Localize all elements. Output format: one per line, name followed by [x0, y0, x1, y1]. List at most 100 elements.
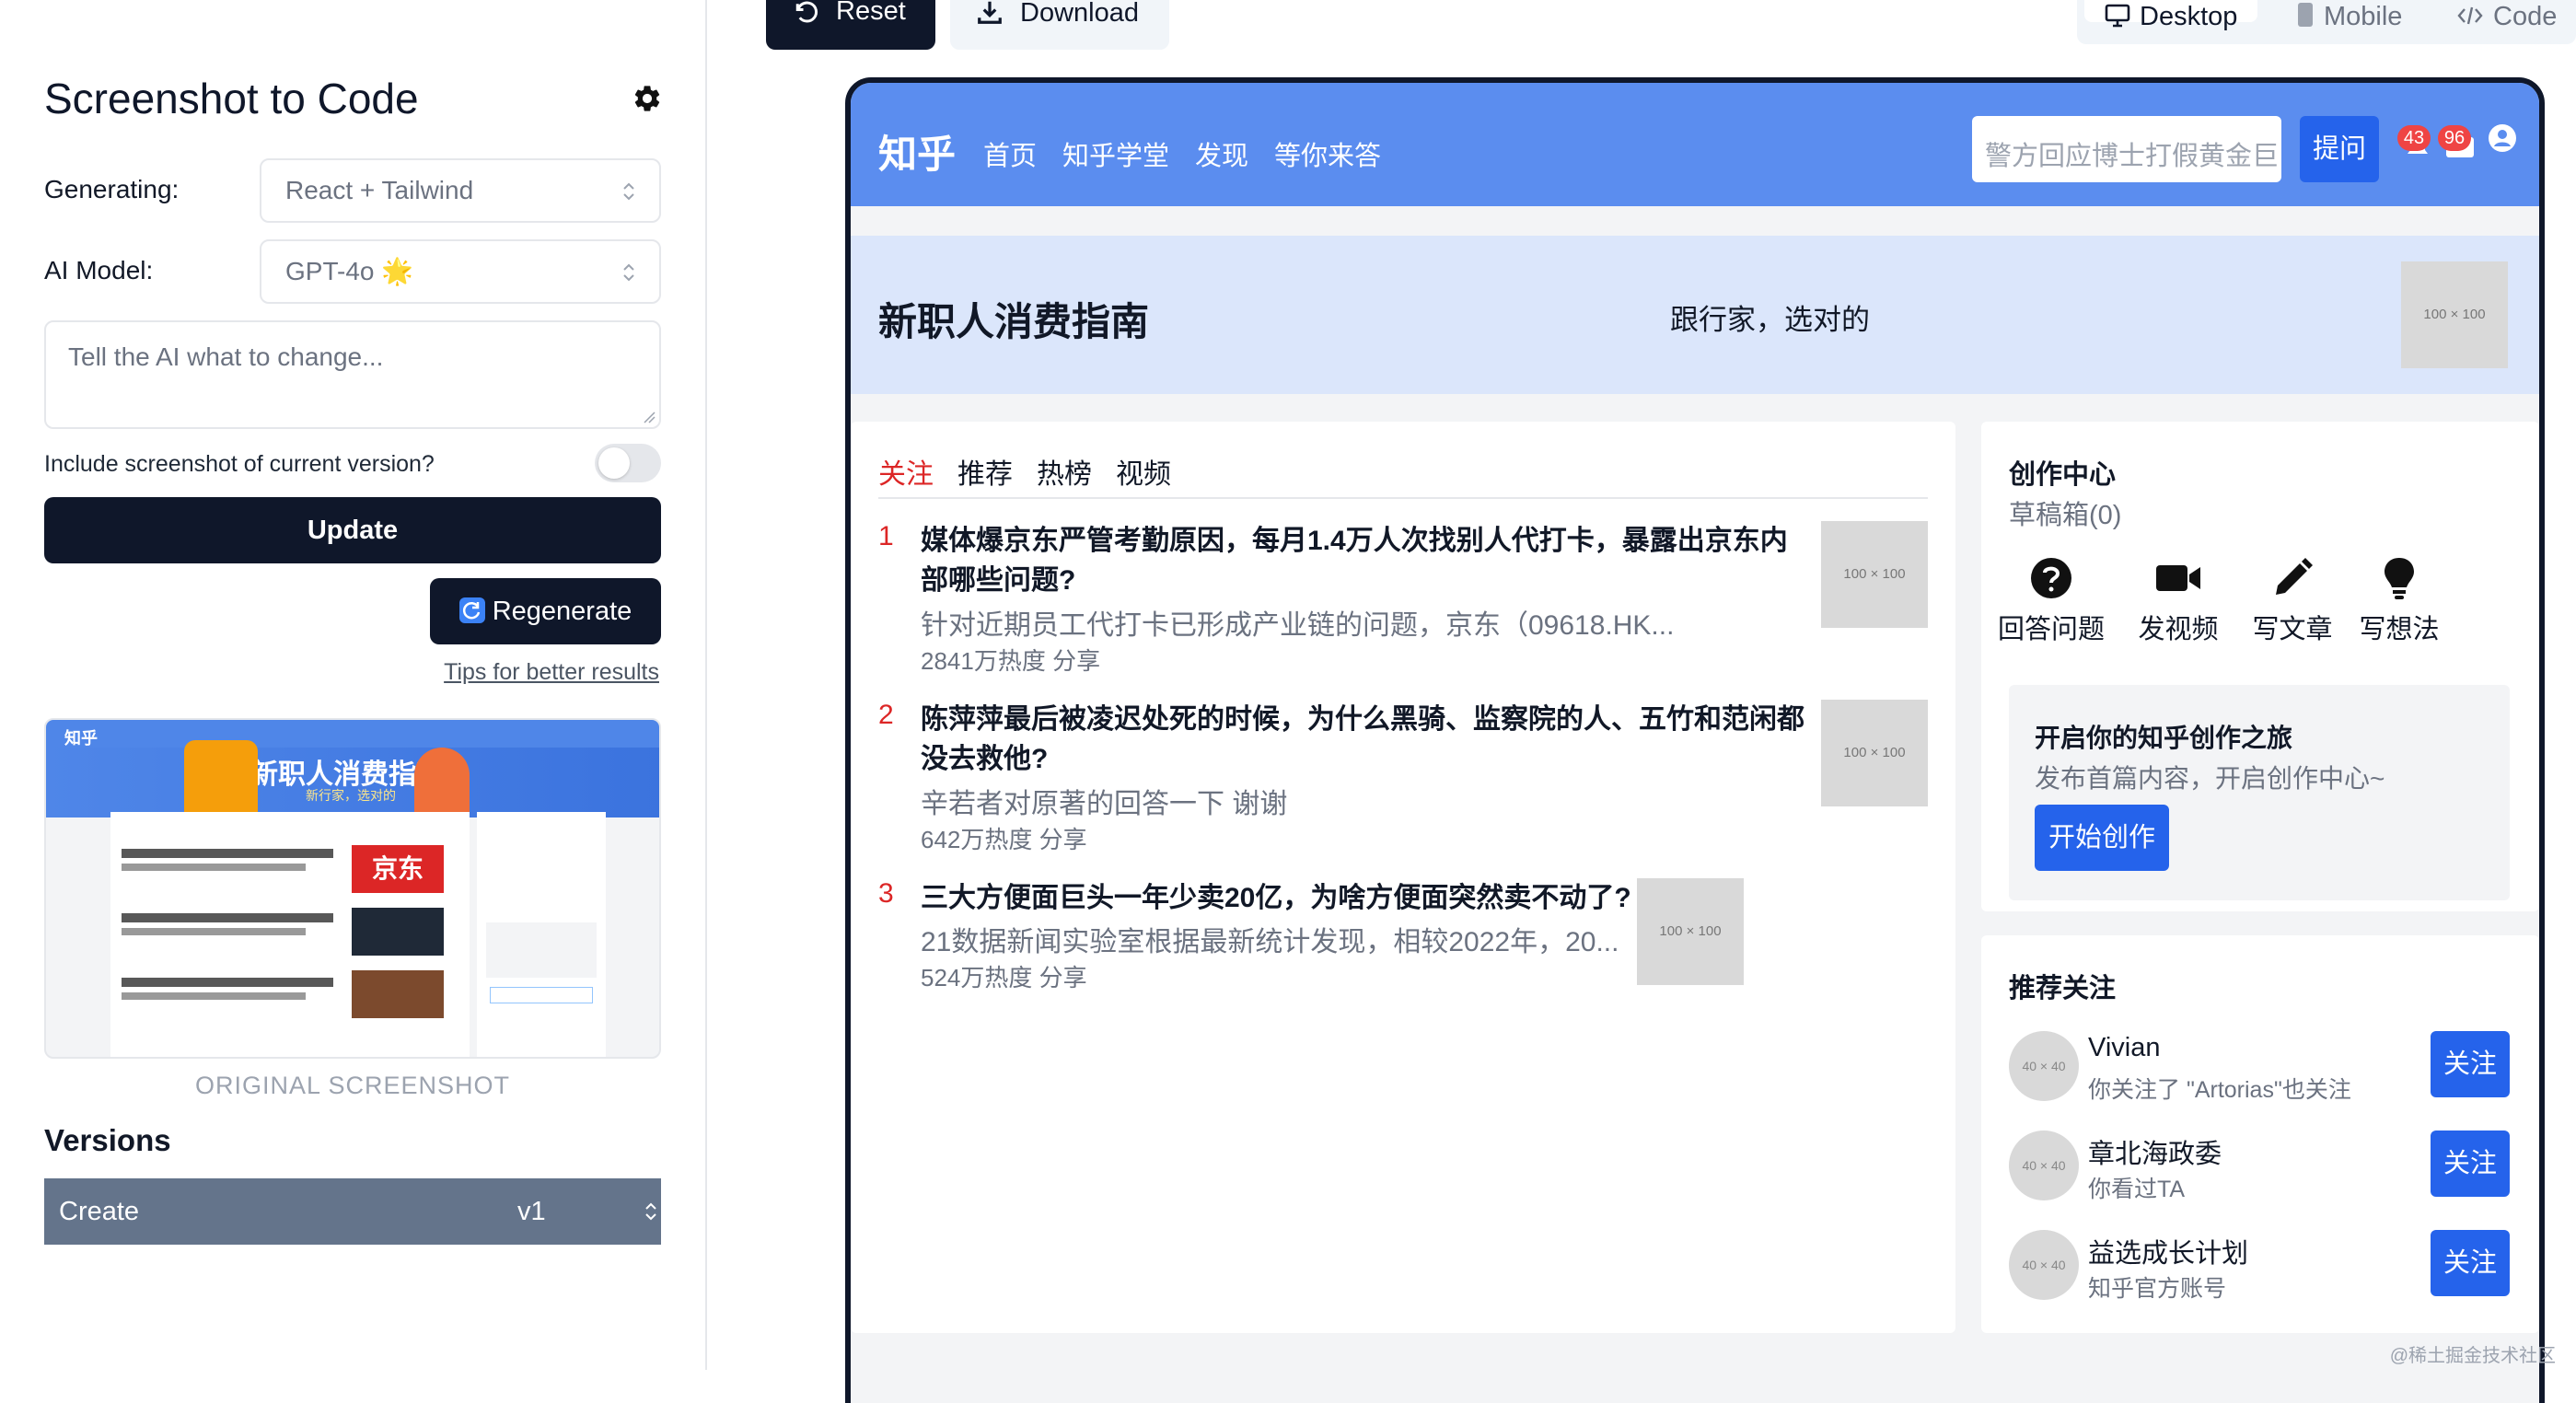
tab-follow[interactable]: 关注	[878, 451, 934, 492]
drafts-link[interactable]: 草稿箱(0)	[2009, 493, 2121, 532]
tab-code[interactable]: Code	[2456, 0, 2557, 32]
search-placeholder: 警方回应博士打假黄金巨	[1985, 142, 2280, 171]
action-answer[interactable]: 回答问题	[1996, 556, 2106, 646]
thumb-logo: 知乎	[64, 729, 98, 748]
nav-discover[interactable]: 发现	[1195, 134, 1248, 173]
reset-label: Reset	[836, 0, 906, 26]
recommend-follow-card: 推荐关注 40 × 40 Vivian 你关注了 "Artorias"也关注 关…	[1981, 935, 2539, 1333]
follow-button[interactable]: 关注	[2431, 1131, 2510, 1197]
zhihu-logo[interactable]: 知乎	[878, 123, 956, 180]
hot-thumbnail: 100 × 100	[1821, 521, 1928, 628]
hot-excerpt: 辛若者对原著的回答一下 谢谢	[921, 789, 1288, 819]
download-button[interactable]: Download	[950, 0, 1169, 50]
code-icon	[2457, 6, 2483, 25]
follow-name[interactable]: 益选成长计划	[2088, 1232, 2248, 1270]
model-select[interactable]: GPT-4o 🌟	[260, 239, 661, 304]
tab-recommend[interactable]: 推荐	[957, 451, 1013, 492]
hot-title[interactable]: 媒体爆京东严管考勤原因，每月1.4万人次找别人代打卡，暴露出京东内部哪些问题?	[921, 521, 1804, 600]
generating-select[interactable]: React + Tailwind	[260, 158, 661, 223]
ask-button[interactable]: 提问	[2300, 116, 2379, 182]
sidebar: Screenshot to Code Generating: React + T…	[0, 0, 707, 1370]
avatar[interactable]: 40 × 40	[2009, 1131, 2079, 1200]
hot-meta: 2841万热度 分享	[921, 647, 1101, 675]
action-label: 回答问题	[1997, 615, 2105, 644]
download-icon	[978, 1, 1002, 24]
notification-badge: 43	[2397, 125, 2431, 151]
resize-grip-icon[interactable]	[643, 411, 656, 423]
nav-home[interactable]: 首页	[983, 134, 1037, 173]
video-icon	[2156, 565, 2200, 591]
action-idea[interactable]: 写想法	[2344, 556, 2454, 646]
include-screenshot-toggle[interactable]	[595, 444, 661, 482]
regenerate-button[interactable]: Regenerate	[430, 578, 661, 644]
search-input[interactable]: 警方回应博士打假黄金巨	[1972, 116, 2281, 182]
version-name: Create	[59, 1197, 140, 1226]
banner-image-placeholder: 100 × 100	[2401, 261, 2508, 368]
hot-title[interactable]: 陈萍萍最后被凌迟处死的时候，为什么黑骑、监察院的人、五竹和范闲都没去救他?	[921, 700, 1804, 779]
hot-excerpt: 针对近期员工代打卡已形成产业链的问题，京东（09618.HK...	[921, 610, 1675, 641]
updown-chevron-icon	[623, 182, 634, 201]
avatar[interactable]: 40 × 40	[2009, 1230, 2079, 1300]
tab-mobile-label: Mobile	[2324, 2, 2403, 31]
change-placeholder: Tell the AI what to change...	[68, 342, 384, 371]
action-video[interactable]: 发视频	[2123, 556, 2234, 646]
banner-title: 新职人消费指南	[878, 300, 1150, 343]
model-value: GPT-4o 🌟	[285, 257, 414, 285]
follow-desc: 知乎官方账号	[2088, 1276, 2227, 1302]
tab-video[interactable]: 视频	[1116, 451, 1171, 492]
nav-school[interactable]: 知乎学堂	[1062, 134, 1169, 173]
gear-icon[interactable]	[632, 83, 663, 114]
hot-thumbnail: 100 × 100	[1821, 700, 1928, 806]
creator-title: 创作中心	[2009, 460, 2117, 490]
toggle-knob	[598, 447, 630, 479]
follow-desc: 你看过TA	[2088, 1177, 2186, 1202]
updown-chevron-icon	[645, 1202, 656, 1221]
hot-excerpt: 21数据新闻实验室根据最新统计发现，相较2022年，20...	[921, 927, 1619, 957]
avatar[interactable]: 40 × 40	[2009, 1031, 2079, 1101]
user-avatar-icon[interactable]	[2488, 123, 2517, 153]
pencil-icon	[2276, 558, 2313, 595]
reset-button[interactable]: Reset	[766, 0, 935, 50]
hot-rank: 1	[878, 521, 894, 551]
hot-list-item[interactable]: 1 媒体爆京东严管考勤原因，每月1.4万人次找别人代打卡，暴露出京东内部哪些问题…	[878, 521, 1928, 687]
hot-list-item[interactable]: 3 三大方便面巨头一年少卖20亿，为啥方便面突然卖不动了? 21数据新闻实验室根…	[878, 878, 1928, 1007]
follow-name[interactable]: Vivian	[2088, 1033, 2160, 1063]
thumb-illustration	[184, 740, 258, 812]
tab-desktop-label: Desktop	[2140, 2, 2238, 31]
thumb-illustration	[414, 748, 470, 812]
download-label: Download	[1020, 0, 1139, 28]
promo-subtitle: 发布首篇内容，开启创作中心~	[2035, 764, 2385, 793]
hot-thumbnail: 100 × 100	[1637, 878, 1744, 985]
refresh-icon	[458, 597, 485, 623]
hot-title[interactable]: 三大方便面巨头一年少卖20亿，为啥方便面突然卖不动了?	[921, 878, 1639, 918]
promo-banner[interactable]: 新职人消费指南 跟行家，选对的 100 × 100	[851, 236, 2539, 394]
follow-name[interactable]: 章北海政委	[2088, 1132, 2222, 1171]
follow-button[interactable]: 关注	[2431, 1230, 2510, 1296]
desktop-icon	[2105, 4, 2130, 28]
undo-icon	[795, 1, 818, 23]
feed-tabs: 关注 推荐 热榜 视频	[878, 451, 1928, 499]
tab-hot[interactable]: 热榜	[1037, 451, 1092, 492]
tab-mobile[interactable]: Mobile	[2296, 0, 2402, 32]
version-number: v1	[517, 1197, 546, 1226]
change-instructions-input[interactable]: Tell the AI what to change...	[44, 320, 661, 429]
tab-desktop[interactable]: Desktop	[2084, 0, 2258, 31]
recommend-title: 推荐关注	[2009, 974, 2117, 1003]
action-article[interactable]: 写文章	[2237, 556, 2348, 646]
follow-button[interactable]: 关注	[2431, 1031, 2510, 1097]
include-screenshot-label: Include screenshot of current version?	[44, 451, 435, 477]
banner-slogan: 跟行家，选对的	[1670, 304, 1870, 336]
action-label: 发视频	[2138, 615, 2219, 644]
hot-list-item[interactable]: 2 陈萍萍最后被凌迟处死的时候，为什么黑骑、监察院的人、五竹和范闲都没去救他? …	[878, 700, 1928, 865]
nav-waiting[interactable]: 等你来答	[1274, 134, 1381, 173]
update-button[interactable]: Update	[44, 497, 661, 563]
generating-label: Generating:	[44, 175, 180, 203]
original-screenshot-thumbnail[interactable]: 知乎 新职人消费指南 新行家，选对的 京东	[44, 718, 661, 1059]
start-creating-button[interactable]: 开始创作	[2035, 805, 2169, 871]
mobile-icon	[2298, 3, 2313, 27]
thumb-feed: 京东	[110, 812, 470, 1057]
app-title: Screenshot to Code	[44, 75, 419, 122]
thumb-jd-image: 京东	[352, 845, 444, 893]
version-row[interactable]: Create v1	[44, 1178, 661, 1245]
tips-link[interactable]: Tips for better results	[444, 659, 659, 686]
